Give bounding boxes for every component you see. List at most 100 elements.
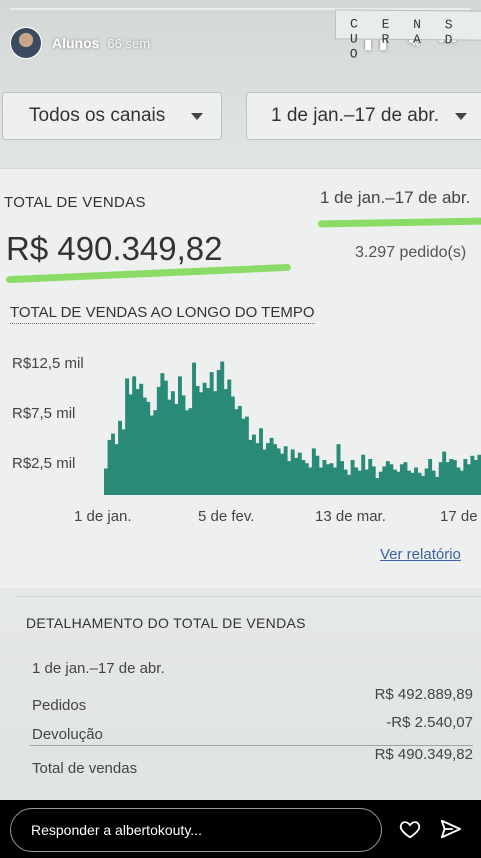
story-view: Alunos 66 sem ❚❚ 🔇︎ ••• C E N S U R A D …	[0, 0, 481, 800]
x-tick-label: 13 de mar.	[315, 508, 386, 525]
chart-bar	[294, 457, 299, 495]
chart-bar	[438, 462, 443, 495]
chart-bar	[107, 439, 112, 495]
chart-bar	[227, 379, 232, 495]
chart-bar	[315, 455, 320, 495]
chart-bar	[378, 471, 383, 495]
chart-bar	[392, 469, 397, 495]
view-report-link[interactable]: Ver relatório	[380, 546, 461, 563]
chart-title[interactable]: TOTAL DE VENDAS AO LONGO DO TEMPO	[10, 304, 315, 324]
chart-bar	[368, 458, 373, 495]
chart-bar	[449, 458, 454, 495]
chart-bar	[276, 448, 281, 495]
chart-bar	[459, 470, 464, 495]
chart-bar	[266, 443, 270, 495]
chart-bar	[301, 460, 306, 495]
chart-bar	[269, 437, 274, 495]
chart-bar	[470, 455, 475, 495]
chart-bar	[121, 429, 126, 495]
chart-bar	[347, 474, 352, 495]
chart-bar	[343, 469, 348, 495]
total-sales-label: TOTAL DE VENDAS	[4, 194, 146, 211]
chart-bar	[396, 471, 401, 495]
chart-bar	[304, 463, 309, 495]
chart-bar	[132, 376, 137, 495]
date-range-dropdown[interactable]: 1 de jan.–17 de abr.	[246, 92, 481, 140]
chart-bar	[385, 461, 390, 495]
channels-dropdown[interactable]: Todos os canais	[2, 92, 222, 140]
chart-bar	[424, 468, 429, 495]
send-icon[interactable]	[440, 818, 462, 840]
chart-bar	[407, 470, 411, 495]
chart-bar	[442, 451, 447, 495]
breakdown-row-label: Total de vendas	[32, 760, 138, 777]
chart-bar	[318, 467, 323, 495]
chart-bar	[199, 392, 204, 495]
orders-count: 3.297 pedido(s)	[355, 244, 467, 261]
chart-bar	[297, 452, 302, 495]
chart-bar	[142, 397, 147, 495]
chart-bar	[181, 395, 186, 495]
chart-bar	[220, 361, 225, 495]
x-tick-label: 1 de jan.	[74, 508, 132, 525]
chart-bar	[361, 454, 366, 495]
breakdown-row-value: -R$ 2.540,07	[386, 714, 473, 731]
chart-bar	[329, 463, 334, 495]
channels-dropdown-label: Todos os canais	[29, 105, 166, 126]
chart-bar	[241, 418, 246, 495]
chart-bar	[262, 449, 267, 495]
breakdown-row-label: Devolução	[32, 726, 103, 743]
chevron-down-icon	[455, 113, 467, 120]
y-tick-label: R$7,5 mil	[12, 405, 76, 422]
chart-bar	[336, 444, 341, 495]
chart-bar	[403, 462, 408, 495]
chart-bar	[414, 467, 418, 495]
chart-bar	[125, 378, 130, 495]
chart-bar	[283, 446, 288, 495]
censor-sticker: C E N S U R A D O	[334, 9, 481, 62]
chart-bar	[273, 444, 278, 495]
chart-bar	[135, 389, 140, 495]
chart-bar	[340, 461, 344, 495]
x-tick-label: 17 de	[440, 508, 478, 525]
chart-bar	[209, 372, 214, 495]
chart-bar	[167, 399, 172, 495]
chevron-down-icon	[191, 113, 203, 120]
chart-bar	[259, 428, 263, 495]
chart-bar	[375, 478, 380, 495]
chart-bar	[248, 439, 253, 495]
x-tick-label: 5 de fev.	[198, 508, 255, 525]
chart-bar	[251, 434, 256, 495]
heart-icon[interactable]	[399, 818, 421, 840]
chart-bar	[188, 408, 193, 495]
chart-bar	[177, 376, 182, 495]
chart-bar	[230, 396, 235, 495]
chart-bar	[311, 448, 316, 495]
chart-bar	[445, 462, 450, 495]
chart-bar	[410, 472, 415, 495]
chart-bar	[287, 461, 292, 495]
chart-bar	[111, 433, 115, 495]
chart-bar	[322, 460, 327, 495]
chart-bar	[371, 466, 376, 495]
chart-bar	[202, 382, 207, 495]
chart-bar	[389, 464, 394, 495]
avatar[interactable]	[10, 27, 42, 59]
y-tick-label: R$12,5 mil	[12, 355, 84, 372]
y-tick-label: R$2,5 mil	[12, 455, 76, 472]
chart-bar	[350, 460, 355, 495]
chart-bar	[213, 391, 218, 495]
chart-bar	[174, 403, 179, 495]
breakdown-title: DETALHAMENTO DO TOTAL DE VENDAS	[26, 615, 306, 631]
chart-bar	[216, 370, 221, 495]
chart-bar	[185, 410, 189, 495]
reply-input[interactable]: Responder a albertokouty...	[10, 808, 382, 852]
chart-bar	[421, 475, 426, 495]
chart-bar	[473, 460, 478, 495]
chart-bar	[244, 416, 249, 495]
chart-bar	[280, 453, 285, 495]
chart-bar	[431, 470, 436, 495]
chart-bar	[435, 476, 440, 495]
story-username[interactable]: Alunos	[52, 35, 99, 51]
summary-date-range: 1 de jan.–17 de abr.	[320, 188, 471, 207]
